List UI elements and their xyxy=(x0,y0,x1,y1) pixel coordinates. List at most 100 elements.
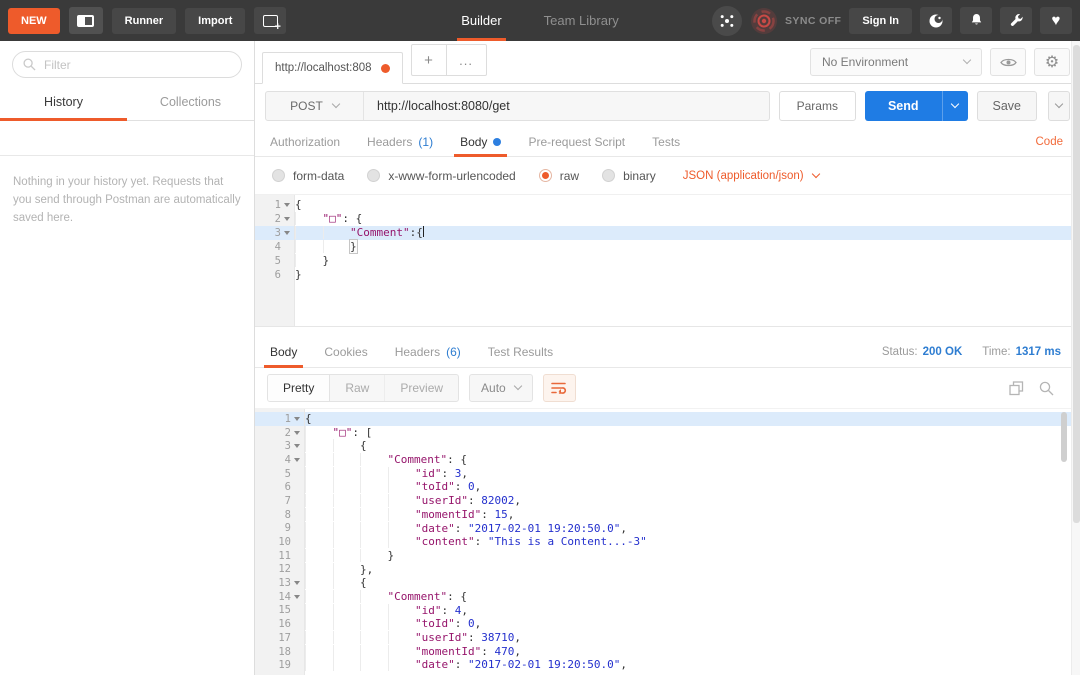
response-tab-headers[interactable]: Headers (6) xyxy=(395,337,461,367)
gutter-line: 4 xyxy=(255,453,304,467)
tab-history[interactable]: History xyxy=(0,87,127,121)
search-response-button[interactable] xyxy=(1039,381,1054,396)
fold-arrow-icon[interactable] xyxy=(281,217,293,221)
radio-binary[interactable]: binary xyxy=(602,169,656,183)
response-body-editor[interactable]: 1 2 3 4 5 6 7 8 9 10 11 12 13 14 15 16 17 18 19 { "□": [ {… xyxy=(255,408,1080,675)
headers-count-badge: (6) xyxy=(446,345,461,359)
content-area: History Collections Nothing in your hist… xyxy=(0,41,1080,675)
notifications-button[interactable] xyxy=(960,7,992,34)
chevron-down-icon xyxy=(962,55,972,65)
fold-arrow-icon[interactable] xyxy=(291,430,303,435)
response-tab-cookies[interactable]: Cookies xyxy=(324,337,367,367)
body-type-row: form-data x-www-form-urlencoded raw bina… xyxy=(255,157,1080,194)
sync-status-label: SYNC OFF xyxy=(785,14,842,27)
fold-arrow-icon[interactable] xyxy=(291,457,303,462)
tab-options-button[interactable]: ... xyxy=(446,44,487,76)
window-scrollbar-thumb[interactable] xyxy=(1073,45,1080,523)
code-line: "userId": 82002, xyxy=(305,494,1080,508)
view-mode-preview[interactable]: Preview xyxy=(385,375,458,401)
code-line: "id": 4, xyxy=(305,603,1080,618)
fold-arrow-icon[interactable] xyxy=(291,444,303,449)
content-type-select[interactable]: JSON (application/json) xyxy=(683,169,820,182)
tab-pre-request-script[interactable]: Pre-request Script xyxy=(528,127,625,156)
environment-preview-button[interactable] xyxy=(990,48,1026,76)
environment-settings-button[interactable]: ⚙ xyxy=(1034,48,1070,76)
favorites-button[interactable]: ♥ xyxy=(1040,7,1072,34)
code-line: "momentId": 15, xyxy=(305,507,1080,522)
radio-x-www-form-urlencoded[interactable]: x-www-form-urlencoded xyxy=(367,168,516,183)
tab-body[interactable]: Body xyxy=(454,127,508,157)
tab-builder[interactable]: Builder xyxy=(457,0,506,41)
radio-form-data[interactable]: form-data xyxy=(272,169,344,183)
sign-in-button[interactable]: Sign In xyxy=(849,7,912,34)
gutter-line: 14 xyxy=(255,590,304,604)
tab-headers[interactable]: Headers (1) xyxy=(367,127,433,156)
search-icon xyxy=(23,58,36,71)
gutter-line: 1 xyxy=(255,198,294,212)
new-button[interactable]: NEW xyxy=(8,7,60,34)
two-pane-layout-icon xyxy=(77,14,95,27)
radio-label: binary xyxy=(623,168,656,183)
postman-app-window: NEW Runner Import Builder Team Library xyxy=(0,0,1080,675)
sync-toggle[interactable]: SYNC OFF xyxy=(750,7,841,35)
fold-arrow-icon[interactable] xyxy=(291,581,303,586)
request-body-editor[interactable]: 1234 5 6 { "□": { "Comment":{ } }} xyxy=(255,194,1080,327)
environment-select[interactable]: No Environment xyxy=(810,48,982,76)
send-options-caret[interactable] xyxy=(941,90,968,121)
window-scrollbar[interactable] xyxy=(1071,41,1080,675)
tab-label: Body xyxy=(460,134,488,149)
status-value: 200 OK xyxy=(922,346,963,358)
tab-team-library[interactable]: Team Library xyxy=(540,0,623,41)
interceptor-button[interactable] xyxy=(712,5,743,36)
globe-icon xyxy=(929,14,943,27)
save-options-caret[interactable] xyxy=(1048,90,1070,121)
new-window-button[interactable] xyxy=(254,7,287,34)
copy-response-button[interactable] xyxy=(1009,380,1024,396)
format-select[interactable]: Auto xyxy=(469,374,533,402)
code-line: "toId": 0, xyxy=(305,617,1080,631)
request-builder-row: POST Params Send Save xyxy=(255,84,1080,127)
fold-arrow-icon[interactable] xyxy=(291,594,303,599)
tab-tests[interactable]: Tests xyxy=(652,127,680,156)
url-input[interactable] xyxy=(364,91,769,120)
view-mode-pretty[interactable]: Pretty xyxy=(268,375,331,401)
response-editor-code[interactable]: { "□": [ { "Comment": { "id": 3, "toId":… xyxy=(305,409,1080,675)
generate-code-link[interactable]: Code xyxy=(1036,136,1064,148)
response-scrollbar-thumb[interactable] xyxy=(1061,412,1067,462)
radio-label: x-www-form-urlencoded xyxy=(388,168,516,183)
wrap-lines-button[interactable] xyxy=(542,374,576,402)
code-line: } xyxy=(295,239,1080,254)
tab-authorization[interactable]: Authorization xyxy=(270,127,340,156)
fold-arrow-icon[interactable] xyxy=(291,416,303,421)
chevron-down-icon xyxy=(811,169,820,178)
time-label: Time: xyxy=(982,346,1011,358)
send-button[interactable]: Send xyxy=(864,90,968,121)
method-select[interactable]: POST xyxy=(266,91,364,120)
main-panel: http://localhost:808 + ... No Environmen… xyxy=(255,41,1080,675)
request-editor-code[interactable]: { "□": { "Comment":{ } }} xyxy=(295,195,1080,326)
radio-icon xyxy=(272,169,285,182)
response-tab-test-results[interactable]: Test Results xyxy=(488,337,553,367)
tab-label: Body xyxy=(270,345,298,359)
view-mode-raw[interactable]: Raw xyxy=(330,375,386,401)
response-tab-body[interactable]: Body xyxy=(263,337,304,368)
new-tab-button[interactable]: + xyxy=(410,44,447,76)
fold-arrow-icon[interactable] xyxy=(281,231,293,235)
code-line: { xyxy=(305,439,1080,453)
chevron-down-icon xyxy=(331,99,341,108)
community-button[interactable] xyxy=(920,7,952,34)
params-button[interactable]: Params xyxy=(778,90,856,121)
filter-input[interactable] xyxy=(12,51,242,78)
radio-selected-icon xyxy=(538,169,552,182)
code-line: "□": [ xyxy=(305,425,1080,440)
fold-arrow-icon[interactable] xyxy=(281,203,293,207)
runner-button[interactable]: Runner xyxy=(111,7,177,34)
tab-collections[interactable]: Collections xyxy=(127,87,254,120)
settings-tools-button[interactable] xyxy=(1000,7,1032,34)
save-button[interactable]: Save xyxy=(976,90,1037,121)
request-document-tab[interactable]: http://localhost:808 xyxy=(262,52,403,84)
import-button[interactable]: Import xyxy=(185,7,246,34)
radio-raw[interactable]: raw xyxy=(538,169,579,183)
toggle-sidebar-button[interactable] xyxy=(68,7,103,34)
gutter-line: 10 xyxy=(278,536,291,549)
